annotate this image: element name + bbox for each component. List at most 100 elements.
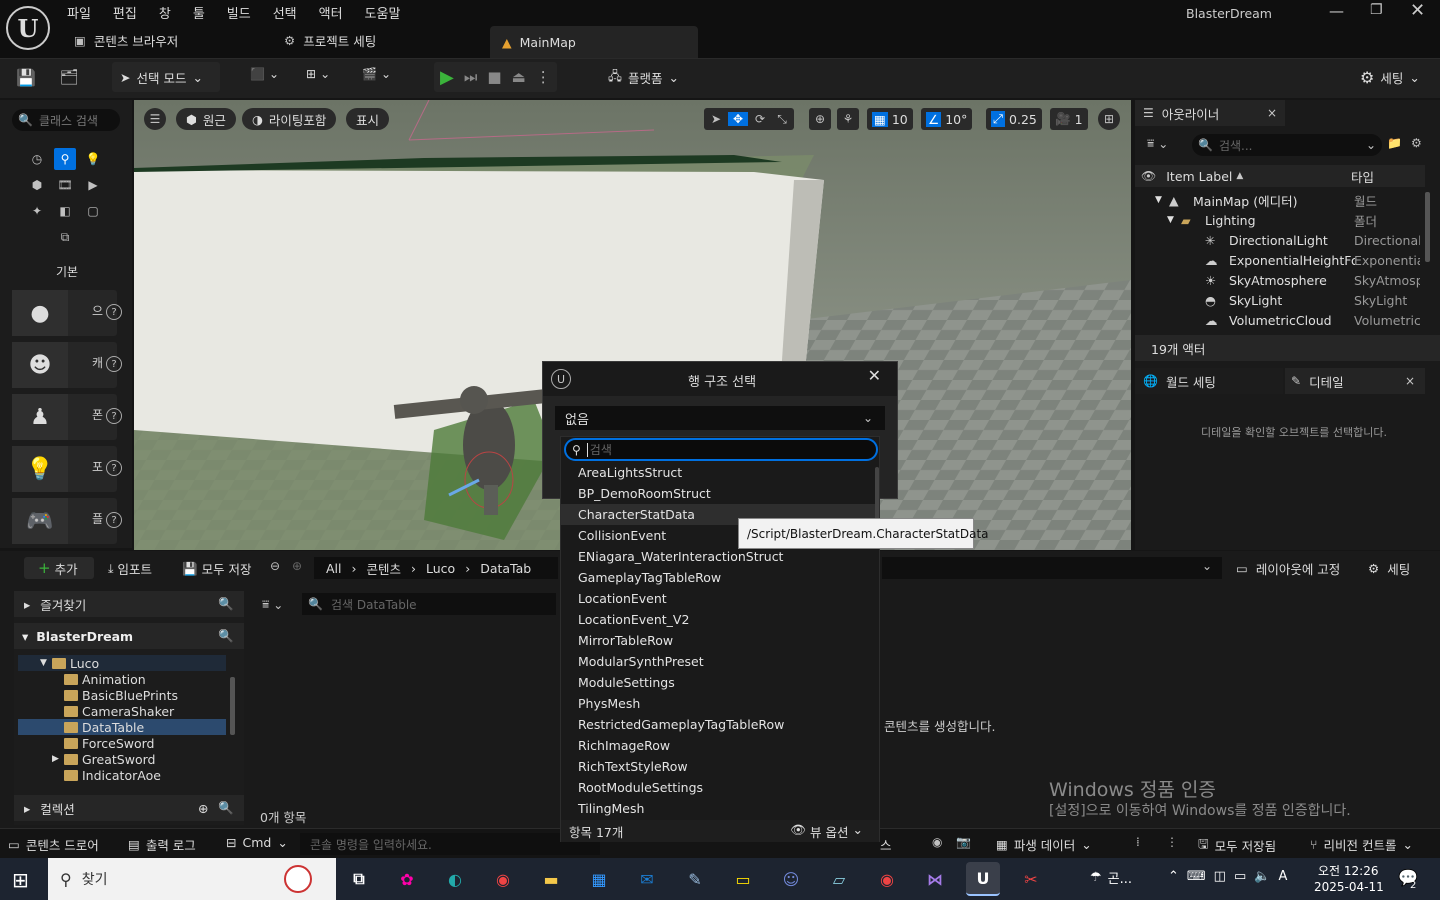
add-collection-icon[interactable]: ⊕ xyxy=(198,801,208,816)
folder-item[interactable]: ForceSword xyxy=(18,735,226,751)
blueprint-button[interactable]: ⊞ ⌄ xyxy=(306,67,330,81)
visual-studio-icon[interactable]: ⋈ xyxy=(918,862,952,896)
structure-option[interactable]: RootModuleSettings xyxy=(561,777,879,798)
effects-icon[interactable]: ✦ xyxy=(26,200,48,222)
structure-option[interactable]: RichTextStyleRow xyxy=(561,756,879,777)
asset-search-input[interactable]: 🔍 검색 DataTable xyxy=(302,593,556,615)
viewport-menu-button[interactable]: ☰ xyxy=(144,108,166,130)
outliner-search-input[interactable]: 🔍 검색... ⌄ xyxy=(1192,134,1382,156)
chevron-down-icon[interactable]: ▼ xyxy=(1155,195,1162,205)
project-header[interactable]: ▾ BlasterDream 🔍 xyxy=(14,623,244,649)
source-control-icon[interactable]: ⁞ xyxy=(1136,835,1140,849)
lock-layout-button[interactable]: ▭ 레이아웃에 고정 xyxy=(1236,559,1340,578)
cinematics-button[interactable]: 🎬 ⌄ xyxy=(362,67,391,81)
structure-option[interactable]: TilingMesh xyxy=(561,798,879,819)
derived-data-button[interactable]: ▦ 파생 데이터 ⌄ xyxy=(996,835,1092,854)
layout-icon[interactable]: ⊞ xyxy=(1098,108,1120,130)
help-icon[interactable]: ? xyxy=(106,356,122,372)
asset-filter-button[interactable]: ⩸ ⌄ xyxy=(262,597,283,612)
filter-button[interactable]: ⩸ ⌄ xyxy=(1147,136,1168,151)
trace-icon[interactable]: ◉ xyxy=(932,835,942,849)
breadcrumb-item[interactable]: All xyxy=(326,561,342,576)
camera-speed-button[interactable]: 🎥 1 xyxy=(1050,108,1088,130)
structure-option[interactable]: GameplayTagTableRow xyxy=(561,567,879,588)
windows-start-icon[interactable]: ⊞ xyxy=(12,868,29,892)
menu-item[interactable]: 선택 xyxy=(273,3,297,22)
platform-button[interactable]: 🖧 플랫폼 ⌄ xyxy=(600,62,687,92)
task-view-icon[interactable]: ⧉ xyxy=(342,862,376,896)
restore-button[interactable]: ❐ xyxy=(1370,2,1383,18)
back-icon[interactable]: ⊖ xyxy=(270,559,280,573)
tab-world-settings[interactable]: 🌐 월드 세팅 xyxy=(1135,368,1283,394)
structure-search-input[interactable]: ⚲ 검색 xyxy=(564,438,878,461)
structure-option[interactable]: ModuleSettings xyxy=(561,672,879,693)
add-actor-button[interactable]: ⬛ ⌄ xyxy=(250,67,279,81)
stop-icon[interactable]: ■ xyxy=(487,68,501,86)
visibility-icon[interactable]: 👁 xyxy=(1141,169,1156,183)
show-button[interactable]: 표시 xyxy=(346,108,390,130)
structure-option[interactable]: ENiagara_WaterInteractionStruct xyxy=(561,546,879,567)
search-icon[interactable]: 🔍 xyxy=(218,800,234,816)
trace-button[interactable]: 스 xyxy=(880,835,892,854)
discord-icon[interactable]: ☺ xyxy=(774,862,808,896)
kakaotalk-icon[interactable]: ▭ xyxy=(726,862,760,896)
store-icon[interactable]: ▦ xyxy=(582,862,616,896)
help-icon[interactable]: ? xyxy=(106,408,122,424)
copilot-icon[interactable]: ✿ xyxy=(390,862,424,896)
menu-item[interactable]: 툴 xyxy=(193,3,205,22)
perspective-button[interactable]: ⬢ 원근 xyxy=(176,108,236,130)
weather-widget[interactable]: ☂ 곤... xyxy=(1090,868,1132,887)
structure-option[interactable]: LocationEvent_V2 xyxy=(561,609,879,630)
structure-option[interactable]: LocationEvent xyxy=(561,588,879,609)
view-options-button[interactable]: 👁 뷰 옵션 ⌄ xyxy=(790,822,863,841)
favorites-header[interactable]: ▸ 즐겨찾기 🔍 xyxy=(14,591,244,617)
unreal-logo-icon[interactable]: U xyxy=(6,6,50,50)
forward-icon[interactable]: ⊕ xyxy=(292,559,302,573)
outliner-row[interactable]: ☁ VolumetricCloud Volumetric( xyxy=(1135,310,1425,330)
close-tab-icon[interactable]: × xyxy=(1267,106,1277,120)
rotate-tool-icon[interactable]: ⟳ xyxy=(750,112,770,126)
step-icon[interactable]: ⏭ xyxy=(464,68,478,86)
screenshot-icon[interactable]: 📷 xyxy=(956,835,971,849)
volume-icon[interactable]: 🔈 xyxy=(1254,869,1270,884)
structure-option[interactable]: ModularSynthPreset xyxy=(561,651,879,672)
structure-option[interactable]: RestrictedGameplayTagTableRow xyxy=(561,714,879,735)
paint-icon[interactable]: ✎ xyxy=(678,862,712,896)
import-button[interactable]: ⤓ 임포트 xyxy=(108,559,152,578)
structure-option[interactable]: PhysMesh xyxy=(561,693,879,714)
settings-button[interactable]: ⚙ 세팅 ⌄ xyxy=(1352,62,1428,92)
tab-main-map[interactable]: ▲ MainMap xyxy=(490,26,698,58)
search-icon[interactable]: 🔍 xyxy=(218,596,234,612)
outliner-row[interactable]: ☀ SkyAtmosphere SkyAtmosp xyxy=(1135,270,1425,290)
structure-option[interactable]: MirrorTableRow xyxy=(561,630,879,651)
edge-icon[interactable]: ◐ xyxy=(438,862,472,896)
network-icon[interactable]: ◫ xyxy=(1214,869,1226,884)
clock-time[interactable]: 오전 12:26 xyxy=(1318,862,1378,879)
recent-icon[interactable]: ◷ xyxy=(26,148,48,170)
actor-item[interactable]: ☻ 캐 ? xyxy=(12,342,122,388)
monitor-icon[interactable]: ▭ xyxy=(1234,869,1246,884)
file-explorer-icon[interactable]: ▬ xyxy=(534,862,568,896)
grid-snap-button[interactable]: ▦ 10 xyxy=(867,108,913,130)
rotation-snap-button[interactable]: ∠ 10° xyxy=(921,108,973,130)
structure-option[interactable]: RichImageRow xyxy=(561,735,879,756)
chevron-down-icon[interactable]: ▼ xyxy=(1167,215,1174,225)
content-drawer-button[interactable]: ▭ 콘텐츠 드로어 xyxy=(8,835,99,854)
outliner-row[interactable]: ◓ SkyLight SkyLight xyxy=(1135,290,1425,310)
structure-option[interactable]: AreaLightsStruct xyxy=(561,462,879,483)
tab-project-settings[interactable]: ⚙ 프로젝트 세팅 xyxy=(272,25,388,55)
folder-item[interactable]: Animation xyxy=(18,671,226,687)
folder-item[interactable]: ▶ GreatSword xyxy=(18,751,226,767)
add-folder-icon[interactable]: 📁 xyxy=(1387,136,1402,150)
more-icon[interactable]: ⋮ xyxy=(536,68,551,86)
output-log-button[interactable]: ▤ 출력 로그 xyxy=(128,835,196,854)
menu-item[interactable]: 도움말 xyxy=(365,3,401,22)
actor-item[interactable]: ● 으 ? xyxy=(12,290,122,336)
scale-snap-button[interactable]: ⤢ 0.25 xyxy=(986,108,1042,130)
menu-item[interactable]: 편집 xyxy=(113,3,137,22)
browse-icon[interactable]: 🗂 xyxy=(58,67,80,87)
world-coords-icon[interactable]: ⊕ xyxy=(809,108,831,130)
chrome-icon[interactable]: ◉ xyxy=(486,862,520,896)
more-icon[interactable]: ⋮ xyxy=(1166,835,1178,849)
menu-item[interactable]: 창 xyxy=(159,3,171,22)
